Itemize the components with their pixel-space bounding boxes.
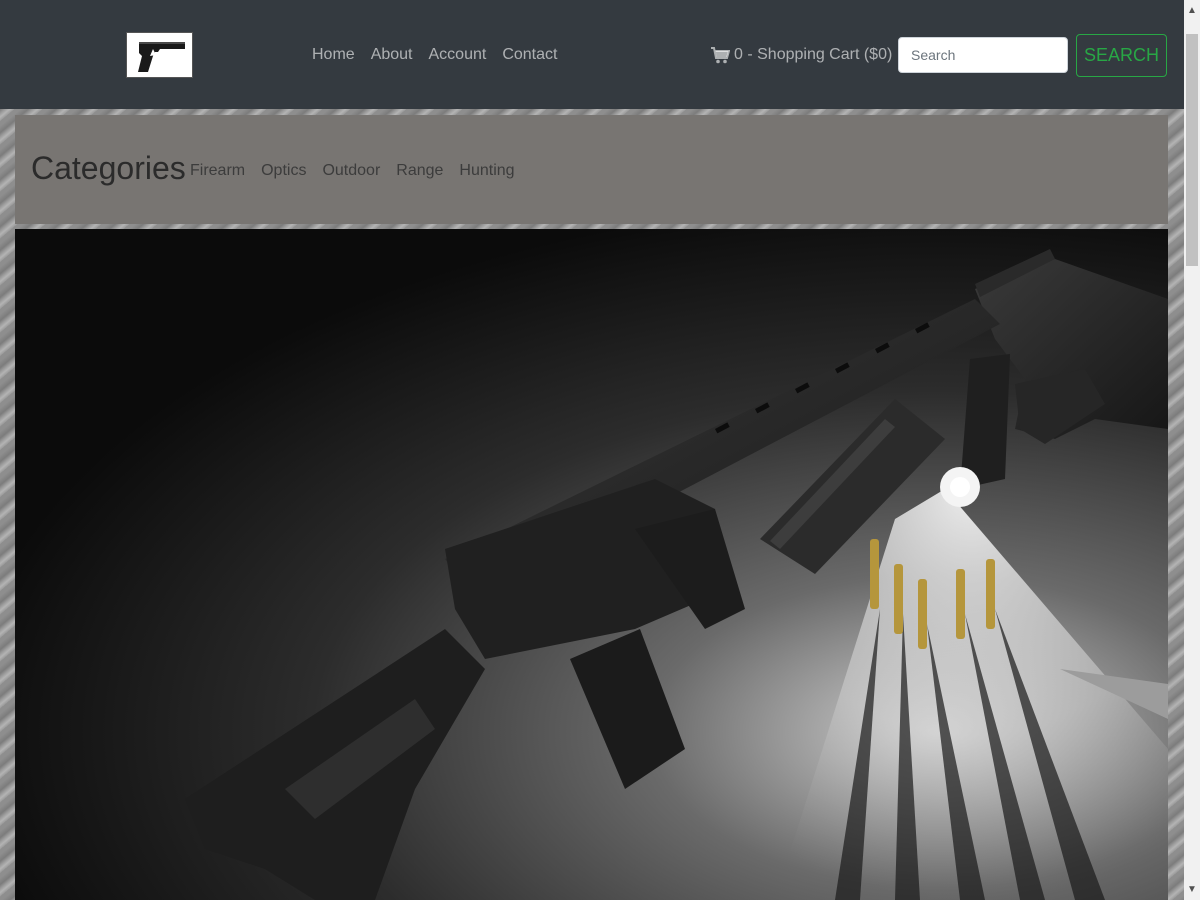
page-scrollbar[interactable]: ▲ ▼	[1184, 0, 1200, 900]
category-firearm-link[interactable]: Firearm	[190, 160, 245, 182]
hero-image	[15, 229, 1168, 900]
brand-logo[interactable]	[126, 32, 193, 78]
category-hunting-link[interactable]: Hunting	[459, 160, 514, 182]
nav-about-link[interactable]: About	[371, 44, 413, 66]
nav-account-link[interactable]: Account	[429, 44, 487, 66]
nav-home-link[interactable]: Home	[312, 44, 355, 66]
scroll-down-arrow-icon[interactable]: ▼	[1184, 881, 1200, 898]
search-button[interactable]: SEARCH	[1076, 34, 1167, 77]
shopping-cart-icon	[711, 46, 730, 64]
categories-nav: Firearm Optics Outdoor Range Hunting	[190, 160, 515, 182]
search-input[interactable]	[898, 37, 1068, 73]
category-outdoor-link[interactable]: Outdoor	[322, 160, 380, 182]
scrollbar-thumb[interactable]	[1186, 34, 1198, 266]
category-optics-link[interactable]: Optics	[261, 160, 306, 182]
categories-heading: Categories	[31, 150, 186, 186]
pistol-logo-icon	[138, 42, 185, 72]
main-nav: Home About Account Contact	[312, 44, 557, 66]
categories-bar: Categories Firearm Optics Outdoor Range …	[15, 115, 1168, 224]
rifle-ammunition-flashlight-photo	[185, 249, 1168, 900]
shopping-cart-link[interactable]: 0 - Shopping Cart ($0)	[711, 44, 892, 66]
navbar: Home About Account Contact 0 - Shopping …	[0, 0, 1184, 109]
category-range-link[interactable]: Range	[396, 160, 443, 182]
scroll-up-arrow-icon[interactable]: ▲	[1184, 2, 1200, 19]
cart-summary: 0 - Shopping Cart ($0)	[734, 46, 893, 63]
nav-contact-link[interactable]: Contact	[502, 44, 557, 66]
